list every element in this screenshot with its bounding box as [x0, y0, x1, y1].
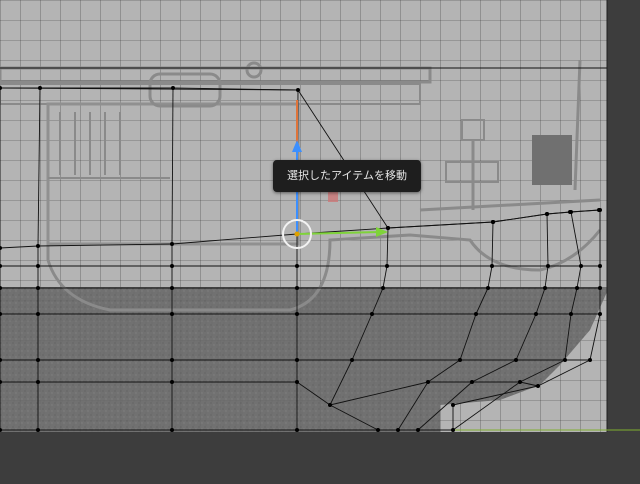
- mesh-vertex[interactable]: [38, 86, 42, 90]
- mesh-vertex[interactable]: [170, 358, 174, 362]
- mesh-vertex[interactable]: [295, 380, 299, 384]
- mesh-vertex[interactable]: [376, 428, 380, 432]
- mesh-vertex[interactable]: [546, 264, 550, 268]
- viewport-canvas[interactable]: [0, 0, 640, 480]
- mesh-vertex[interactable]: [36, 244, 40, 248]
- mesh-vertex[interactable]: [598, 312, 602, 316]
- mesh-vertex[interactable]: [426, 380, 430, 384]
- mesh-vertex[interactable]: [474, 312, 478, 316]
- mesh-vertex[interactable]: [598, 286, 602, 290]
- tooltip: 選択したアイテムを移動: [273, 160, 421, 192]
- mesh-vertex[interactable]: [451, 428, 455, 432]
- mesh-vertex[interactable]: [386, 226, 390, 230]
- mesh-vertex[interactable]: [328, 403, 332, 407]
- mesh-vertex[interactable]: [416, 428, 420, 432]
- mesh-vertex[interactable]: [36, 264, 40, 268]
- mesh-vertex[interactable]: [563, 358, 567, 362]
- mesh-vertex[interactable]: [295, 264, 299, 268]
- mesh-vertex[interactable]: [36, 358, 40, 362]
- mesh-vertex[interactable]: [514, 358, 518, 362]
- mesh-vertex[interactable]: [36, 286, 40, 290]
- mesh-vertex[interactable]: [350, 358, 354, 362]
- 3d-viewport[interactable]: 選択したアイテムを移動: [0, 0, 640, 480]
- mesh-vertex[interactable]: [170, 242, 174, 246]
- mesh-vertex[interactable]: [171, 86, 175, 90]
- mesh-vertex[interactable]: [370, 312, 374, 316]
- mesh-vertex[interactable]: [296, 88, 300, 92]
- active-vertex: [294, 231, 300, 237]
- mesh-vertex[interactable]: [490, 264, 494, 268]
- mesh-vertex[interactable]: [295, 312, 299, 316]
- mesh-vertex[interactable]: [534, 312, 538, 316]
- mesh-vertex[interactable]: [545, 212, 549, 216]
- tooltip-text: 選択したアイテムを移動: [287, 169, 407, 182]
- mesh-vertex[interactable]: [36, 312, 40, 316]
- mesh-vertex[interactable]: [295, 286, 299, 290]
- mesh-vertex[interactable]: [170, 312, 174, 316]
- mesh-vertex[interactable]: [579, 264, 583, 268]
- mesh-vertex[interactable]: [491, 220, 495, 224]
- mesh-vertex[interactable]: [598, 264, 602, 268]
- mesh-vertex[interactable]: [295, 428, 299, 432]
- mesh-vertex[interactable]: [36, 428, 40, 432]
- mesh-vertex[interactable]: [588, 358, 592, 362]
- mesh-vertex[interactable]: [396, 428, 400, 432]
- mesh-vertex[interactable]: [170, 286, 174, 290]
- mesh-vertex[interactable]: [451, 403, 455, 407]
- mesh-vertex[interactable]: [170, 428, 174, 432]
- mesh-vertex[interactable]: [486, 286, 490, 290]
- mesh-vertex[interactable]: [458, 358, 462, 362]
- mesh-vertex[interactable]: [385, 264, 389, 268]
- mesh-vertex[interactable]: [536, 384, 540, 388]
- mesh-vertex[interactable]: [470, 380, 474, 384]
- mesh-vertex[interactable]: [295, 358, 299, 362]
- mesh-vertex[interactable]: [569, 312, 573, 316]
- mesh-vertex[interactable]: [170, 380, 174, 384]
- mesh-vertex[interactable]: [575, 286, 579, 290]
- mesh-vertex[interactable]: [36, 380, 40, 384]
- mesh-vertex[interactable]: [518, 380, 522, 384]
- mesh-vertex[interactable]: [569, 210, 573, 214]
- mesh-vertex[interactable]: [170, 264, 174, 268]
- mesh-vertex[interactable]: [381, 286, 385, 290]
- mesh-vertex[interactable]: [598, 208, 602, 212]
- mesh-vertex[interactable]: [543, 286, 547, 290]
- ship-blueprint-reference: [0, 0, 607, 432]
